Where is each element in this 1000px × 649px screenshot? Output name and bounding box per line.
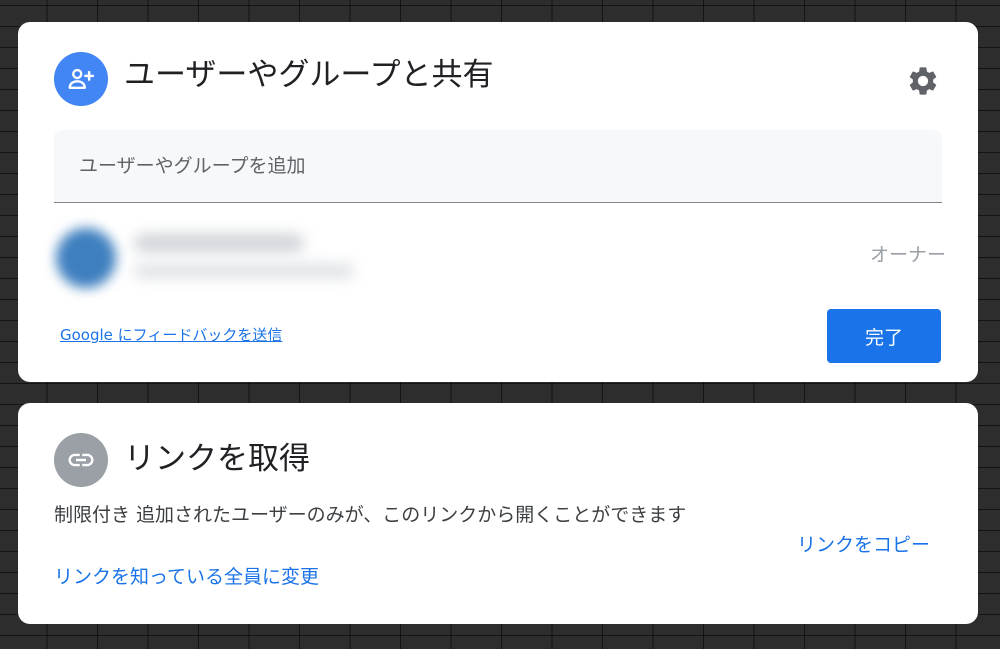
link-icon	[68, 453, 94, 467]
done-button[interactable]: 完了	[827, 309, 941, 363]
change-link-access-link[interactable]: リンクを知っている全員に変更	[54, 563, 319, 591]
owner-avatar	[56, 228, 116, 288]
share-dialog-title: ユーザーやグループと共有	[124, 57, 494, 93]
link-access-description: 制限付き 追加されたユーザーのみが、このリンクから開くことができます	[54, 504, 687, 526]
share-dialog: ユーザーやグループと共有 オーナー Google にフィードバックを送信 完了	[18, 22, 978, 382]
settings-button[interactable]	[902, 60, 944, 102]
link-icon-circle	[54, 433, 108, 487]
share-icon-circle	[54, 52, 108, 106]
feedback-link[interactable]: Google にフィードバックを送信	[60, 324, 282, 345]
copy-link-button[interactable]: リンクをコピー	[797, 530, 930, 560]
owner-role-label: オーナー	[869, 244, 946, 266]
gear-icon	[909, 67, 937, 95]
get-link-title: リンクを取得	[124, 441, 310, 477]
owner-name-redacted	[134, 234, 304, 252]
get-link-dialog: リンクを取得 制限付き 追加されたユーザーのみが、このリンクから開くことができま…	[18, 403, 978, 624]
owner-row: オーナー	[46, 216, 946, 300]
add-people-input[interactable]	[54, 130, 942, 203]
owner-email-redacted	[134, 264, 354, 278]
person-add-icon	[68, 68, 95, 89]
